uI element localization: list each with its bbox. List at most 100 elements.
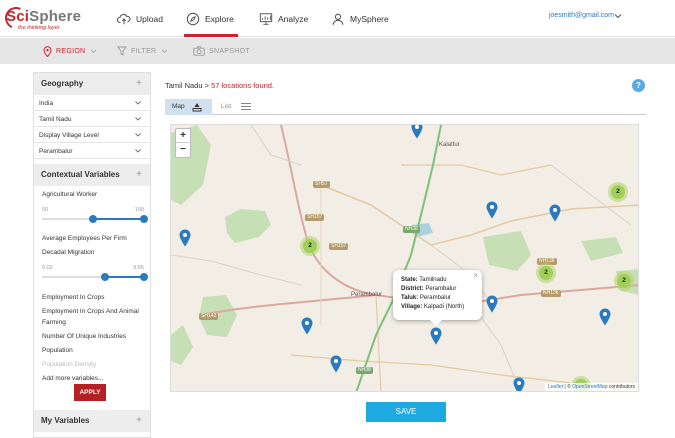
nav-label: MySphere xyxy=(350,13,389,24)
zoom-out-button[interactable]: − xyxy=(176,143,190,157)
place-label: Perambalur xyxy=(351,292,383,298)
popup-state: Tamilnadu xyxy=(419,277,447,283)
tab-map[interactable]: Map xyxy=(165,99,212,115)
variable-employment-crops-animal[interactable]: Employment In Crops And Animal xyxy=(42,308,139,315)
geo-value: India xyxy=(39,100,54,107)
region-menu[interactable]: REGION xyxy=(43,38,101,64)
chevron-down-icon xyxy=(135,117,141,121)
map-marker-icon[interactable] xyxy=(486,201,498,219)
slider-min: 50 xyxy=(42,207,49,213)
geo-select-district[interactable]: Perambalur xyxy=(34,144,150,159)
road-shield: NH136 xyxy=(541,290,561,297)
nav-explore[interactable]: Explore xyxy=(184,0,238,37)
my-variables-header[interactable]: My Variables + xyxy=(34,410,150,432)
road-shield: SH157 xyxy=(305,214,325,221)
map-marker-icon[interactable] xyxy=(301,317,313,335)
save-button[interactable]: SAVE xyxy=(366,402,446,422)
nav-analyze[interactable]: Analyze xyxy=(259,0,308,37)
cluster-count: 2 xyxy=(303,239,317,253)
popup-taluk: Perambalur xyxy=(419,295,451,301)
variable-decadal-migration[interactable]: Decadal Migration xyxy=(42,249,94,256)
top-navbar: SciSphere the thinking layer Upload Expl… xyxy=(0,0,675,37)
geo-select-country[interactable]: India xyxy=(34,96,150,111)
road-shield: NH38 xyxy=(356,367,373,374)
popup-taluk-label: Taluk: xyxy=(401,295,419,301)
user-email[interactable]: joesmith@gmail.com xyxy=(549,12,614,19)
road-shield: SH142 xyxy=(199,313,219,320)
marker-cluster[interactable]: 2 xyxy=(300,236,320,256)
variable-population-density[interactable]: Population Density xyxy=(42,361,96,368)
scisphere-logo[interactable]: SciSphere the thinking layer xyxy=(1,3,84,33)
geo-value: Perambalur xyxy=(39,148,73,155)
nav-mysphere[interactable]: MySphere xyxy=(331,0,389,37)
chevron-down-icon[interactable] xyxy=(614,12,622,20)
locations-map[interactable]: + − Kalattur Perambalur SH57 SH157 SH157… xyxy=(170,124,639,392)
logo-suffix: Sphere xyxy=(29,8,82,25)
help-icon[interactable]: ? xyxy=(632,79,645,92)
variable-population[interactable]: Population xyxy=(42,347,73,354)
leaflet-link[interactable]: Leaflet xyxy=(548,384,563,390)
map-marker-icon[interactable] xyxy=(486,295,498,313)
variable-employment-crops-animal-cont[interactable]: Farming xyxy=(42,319,66,326)
map-base-layer xyxy=(171,125,638,391)
plus-icon[interactable]: + xyxy=(136,415,142,426)
variable-employment-crops[interactable]: Employment In Crops xyxy=(42,294,105,301)
nav-upload[interactable]: Upload xyxy=(117,0,163,37)
marker-cluster[interactable]: 2 xyxy=(614,271,634,291)
map-marker-icon[interactable] xyxy=(411,124,423,139)
geography-header[interactable]: Geography + xyxy=(34,73,150,95)
view-toggle-bar: Map List xyxy=(165,99,646,115)
place-label: Kalattur xyxy=(439,142,460,148)
nav-label: Analyze xyxy=(278,13,309,24)
my-variables-title: My Variables xyxy=(41,416,90,425)
popup-district-label: District: xyxy=(401,286,424,292)
slider-range xyxy=(93,218,144,220)
close-icon[interactable]: × xyxy=(473,271,478,280)
cluster-count: 2 xyxy=(611,185,625,199)
map-marker-icon[interactable] xyxy=(179,229,191,247)
osm-link[interactable]: OpenStreetMap xyxy=(572,384,607,390)
apply-button[interactable]: APPLY xyxy=(74,384,106,401)
geo-select-state[interactable]: Tamil Nadu xyxy=(34,112,150,127)
marker-cluster[interactable]: 2 xyxy=(536,263,556,283)
tab-list[interactable]: List xyxy=(219,99,259,115)
marker-cluster[interactable]: 2 xyxy=(608,182,628,202)
variable-unique-industries[interactable]: Number Of Unique Industries xyxy=(42,333,126,340)
plus-icon[interactable]: + xyxy=(136,78,142,89)
chevron-down-icon xyxy=(135,133,141,137)
region-label: REGION xyxy=(56,47,86,55)
breadcrumb-state[interactable]: Tamil Nadu > xyxy=(165,81,209,90)
camera-icon xyxy=(193,46,205,56)
filter-label: FILTER xyxy=(131,47,157,55)
decadal-migration-slider[interactable]: 0.02 9.65 xyxy=(42,265,148,285)
map-marker-icon[interactable] xyxy=(330,355,342,373)
map-marker-icon[interactable] xyxy=(549,204,561,222)
user-icon xyxy=(332,13,344,25)
plus-icon[interactable]: + xyxy=(136,169,142,180)
popup-village-label: Village: xyxy=(401,304,423,310)
slider-handle-high[interactable] xyxy=(140,273,148,281)
popup-village: Kalpadi (North) xyxy=(423,304,465,310)
slider-handle-low[interactable] xyxy=(89,215,97,223)
road-shield: SH57 xyxy=(313,181,330,188)
snapshot-button[interactable]: SNAPSHOT xyxy=(193,38,250,64)
zoom-control: + − xyxy=(175,128,191,158)
slider-min: 0.02 xyxy=(42,265,53,271)
add-more-variables-link[interactable]: Add more variables... xyxy=(42,375,103,382)
map-marker-icon[interactable] xyxy=(513,377,525,392)
variable-avg-employees[interactable]: Average Employees Per Firm xyxy=(42,235,127,242)
map-marker-icon[interactable] xyxy=(430,327,442,345)
contextual-title: Contextual Variables xyxy=(41,170,120,179)
filter-menu[interactable]: FILTER xyxy=(117,38,172,64)
agricultural-worker-slider[interactable]: 50 100 xyxy=(42,207,148,227)
contextual-variables-header[interactable]: Contextual Variables + xyxy=(34,164,150,186)
geo-select-level[interactable]: Display Village Level xyxy=(34,128,150,143)
slider-handle-low[interactable] xyxy=(101,273,110,281)
variable-agricultural-worker[interactable]: Agricultural Worker xyxy=(42,191,97,198)
tab-list-label: List xyxy=(221,103,232,110)
slider-handle-high[interactable] xyxy=(140,215,148,223)
zoom-in-button[interactable]: + xyxy=(176,129,190,143)
map-marker-icon[interactable] xyxy=(599,308,611,326)
road-shield: SH157 xyxy=(329,243,349,250)
slider-max: 100 xyxy=(134,207,144,213)
